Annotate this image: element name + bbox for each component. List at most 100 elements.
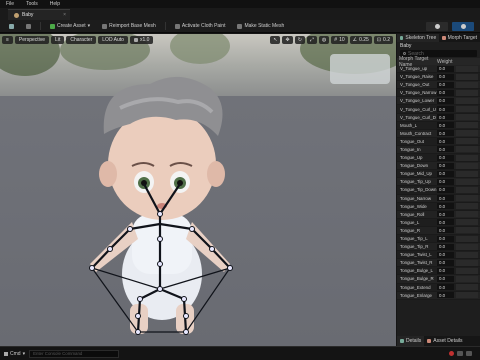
morph-target-row[interactable]: Tongue_Tip_Down 0.0 [397,186,480,195]
morph-target-row[interactable]: Mouth_Contract 0.0 [397,129,480,138]
morph-target-row[interactable]: Tongue_Out 0.0 [397,138,480,146]
morph-weight-slider[interactable] [456,146,478,153]
morph-weight-input[interactable]: 0.0 [437,178,454,185]
morph-target-row[interactable]: V_Tongue_Curl_D 0.0 [397,113,480,122]
morph-weight-input[interactable]: 0.0 [437,259,454,266]
morph-target-row[interactable]: Tongue_Mid_Up 0.0 [397,170,480,179]
morph-weight-input[interactable]: 0.0 [437,195,454,202]
tab-morph-target[interactable]: Morph Target [439,34,480,42]
morph-weight-slider[interactable] [456,114,478,121]
morph-weight-input[interactable]: 0.0 [437,243,454,250]
morph-weight-input[interactable]: 0.0 [437,97,454,104]
tab-asset-details[interactable]: Asset Details [424,336,465,346]
show-character-button[interactable]: Character [66,36,97,44]
morph-target-row[interactable]: Tongue_Down 0.0 [397,162,480,171]
browse-button[interactable] [23,23,34,30]
morph-weight-slider[interactable] [456,259,478,266]
morph-target-row[interactable]: Tongue_Extend 0.0 [397,284,480,292]
viewport-options-button[interactable]: ≡ [2,36,13,44]
morph-weight-input[interactable]: 0.0 [437,73,454,80]
perspective-button[interactable]: Perspective [14,36,50,44]
morph-weight-slider[interactable] [456,235,478,242]
rotate-tool-button[interactable]: ↻ [294,36,305,44]
morph-weight-slider[interactable] [456,170,478,177]
morph-weight-input[interactable]: 0.0 [437,89,454,96]
morph-weight-slider[interactable] [456,154,478,161]
viewport[interactable]: ≡ Perspective Lit Character LOD Auto x1.… [0,34,396,346]
morph-weight-slider[interactable] [456,203,478,210]
baby-character-mesh[interactable] [80,64,320,344]
morph-weight-slider[interactable] [456,106,478,113]
source-control-icon[interactable] [457,351,463,356]
morph-weight-slider[interactable] [456,81,478,88]
morph-target-row[interactable]: V_Tongue_Curl_U 0.0 [397,105,480,114]
world-local-button[interactable]: ◍ [318,36,330,44]
skeleton-mode-button[interactable] [426,21,448,31]
menu-tools[interactable]: Tools [20,1,44,7]
morph-weight-slider[interactable] [456,122,478,129]
reimport-button[interactable]: Reimport Base Mesh [99,22,159,30]
morph-weight-slider[interactable] [456,227,478,234]
morph-target-row[interactable]: V_Tongue_Out 0.0 [397,81,480,90]
morph-weight-input[interactable]: 0.0 [437,130,454,137]
playback-speed-button[interactable]: x1.0 [129,36,154,44]
morph-target-row[interactable]: Tongue_Tip_L 0.0 [397,235,480,244]
translate-tool-button[interactable]: ✥ [282,36,293,44]
morph-weight-slider[interactable] [456,97,478,104]
morph-weight-input[interactable]: 0.0 [437,284,454,291]
morph-target-row[interactable]: V_Tongue_Narrow 0.0 [397,89,480,98]
morph-target-row[interactable]: Tongue_R 0.0 [397,226,480,235]
morph-weight-slider[interactable] [456,162,478,169]
morph-target-row[interactable]: Tongue_Twist_R 0.0 [397,259,480,268]
morph-weight-input[interactable]: 0.0 [437,146,454,153]
morph-target-row[interactable]: Tongue_Bulge_R 0.0 [397,275,480,284]
morph-weight-slider[interactable] [456,73,478,80]
morph-weight-input[interactable]: 0.0 [437,211,454,218]
cmd-dropdown[interactable]: Cmd ▾ [4,351,25,357]
morph-weight-slider[interactable] [456,243,478,250]
document-tab-baby[interactable]: Baby × [8,9,70,20]
morph-weight-slider[interactable] [456,89,478,96]
select-tool-button[interactable]: ↖ [270,36,281,44]
derived-data-icon[interactable] [466,351,472,356]
morph-weight-slider[interactable] [456,130,478,137]
morph-weight-input[interactable]: 0.0 [437,292,454,299]
morph-weight-input[interactable]: 0.0 [437,154,454,161]
morph-weight-input[interactable]: 0.0 [437,251,454,258]
morph-target-row[interactable]: Tongue_L 0.0 [397,219,480,227]
morph-weight-input[interactable]: 0.0 [437,186,454,193]
morph-weight-input[interactable]: 0.0 [437,114,454,121]
morph-target-row[interactable]: Tongue_Twist_L 0.0 [397,251,480,260]
morph-weight-input[interactable]: 0.0 [437,227,454,234]
morph-weight-slider[interactable] [456,178,478,185]
morph-weight-slider[interactable] [456,284,478,291]
morph-target-row[interactable]: Tongue_In 0.0 [397,145,480,155]
morph-target-list[interactable]: V_Tongue_up 0.0 V_Tongue_Raise 0.0 V_Tongue_… [397,65,480,309]
morph-weight-slider[interactable] [456,211,478,218]
close-icon[interactable]: × [63,12,66,18]
morph-weight-input[interactable]: 0.0 [437,267,454,274]
menu-file[interactable]: File [0,1,20,7]
create-asset-button[interactable]: Create Asset ▾ [47,22,93,30]
mesh-mode-button[interactable] [452,21,474,31]
morph-weight-input[interactable]: 0.0 [437,81,454,88]
console-command-input[interactable]: Enter Console Command [29,349,120,358]
morph-weight-input[interactable]: 0.0 [437,138,454,145]
morph-weight-input[interactable]: 0.0 [437,235,454,242]
grid-snap-button[interactable]: #10 [331,36,348,44]
tab-details[interactable]: Details [397,336,425,346]
record-icon[interactable] [449,351,454,356]
morph-weight-slider[interactable] [456,292,478,299]
morph-weight-input[interactable]: 0.0 [437,275,454,282]
morph-target-row[interactable]: Mouth_L 0.0 [397,122,480,130]
morph-weight-slider[interactable] [456,195,478,202]
morph-weight-input[interactable]: 0.0 [437,122,454,129]
morph-weight-slider[interactable] [456,275,478,282]
morph-weight-slider[interactable] [456,65,478,72]
morph-weight-input[interactable]: 0.0 [437,203,454,210]
morph-weight-input[interactable]: 0.0 [437,170,454,177]
morph-weight-input[interactable]: 0.0 [437,65,454,72]
scale-snap-button[interactable]: ⊡ 0.2 [373,36,393,44]
morph-target-row[interactable]: Tongue_Bulge_L 0.0 [397,267,480,276]
morph-weight-slider[interactable] [456,267,478,274]
